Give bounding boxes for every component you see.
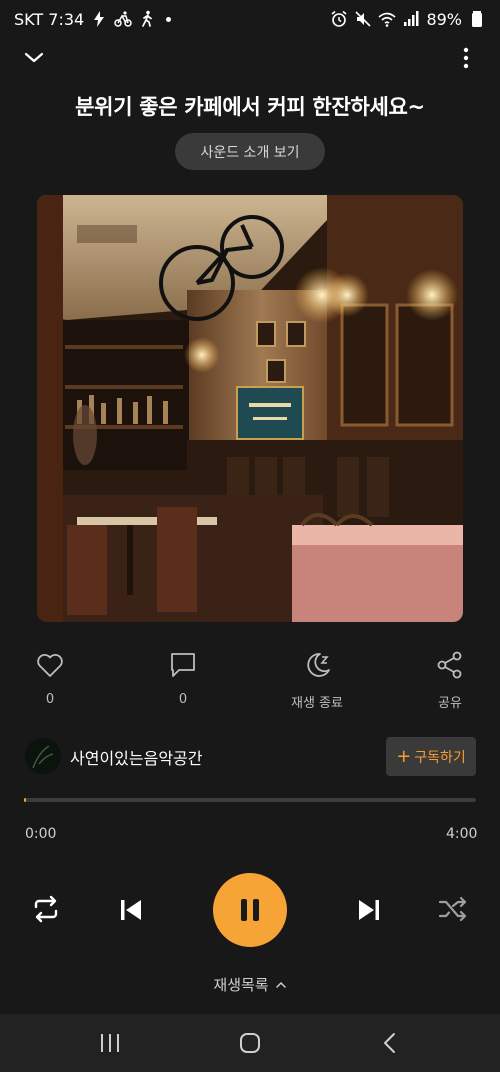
channel-name[interactable]: 사연이있는음악공간 (70, 745, 202, 769)
recent-apps-icon (101, 1034, 119, 1052)
system-nav-bar (0, 1014, 500, 1072)
carrier-time: SKT 7:34 (14, 9, 85, 29)
home-icon (240, 1033, 260, 1053)
progress-fill (24, 798, 27, 802)
skip-previous-icon (121, 900, 141, 920)
progress-slider[interactable] (24, 798, 476, 802)
duration-time: 4:00 (446, 826, 478, 842)
sleep-timer-label: 재생 종료 (291, 696, 343, 711)
battery-percent: 89% (426, 9, 462, 29)
elapsed-time: 0:00 (25, 826, 57, 842)
channel-avatar[interactable] (25, 738, 61, 774)
home-button[interactable] (238, 1032, 262, 1054)
mute-icon (354, 10, 372, 28)
previous-button[interactable] (117, 896, 145, 924)
comment-count: 0 (178, 692, 188, 707)
pause-icon (241, 899, 259, 921)
back-button[interactable] (378, 1032, 402, 1054)
subscribe-button[interactable]: + 구독하기 (386, 737, 476, 776)
next-button[interactable] (355, 896, 383, 924)
more-options-button[interactable] (456, 46, 476, 70)
alarm-icon (330, 10, 348, 28)
chevron-down-icon (24, 52, 44, 63)
wifi-icon (378, 10, 396, 28)
like-count: 0 (45, 692, 55, 707)
status-right: 89% (330, 10, 486, 29)
collapse-button[interactable] (22, 46, 46, 70)
sleep-icon (302, 650, 332, 680)
share-label: 공유 (438, 696, 462, 711)
repeat-button[interactable] (30, 893, 62, 925)
album-artwork (37, 195, 463, 622)
dot-icon (166, 16, 172, 22)
more-vertical-icon (463, 47, 469, 69)
sound-intro-button[interactable]: 사운드 소개 보기 (175, 133, 325, 170)
track-title: 분위기 좋은 카페에서 커피 한잔하세요~ (75, 95, 425, 119)
recent-apps-button[interactable] (98, 1032, 122, 1054)
repeat-icon (34, 895, 58, 923)
walk-icon (138, 10, 156, 28)
signal-icon (402, 10, 420, 28)
bike-icon (114, 10, 132, 28)
share-icon (435, 650, 465, 680)
playlist-button[interactable]: 재생목록 (0, 974, 500, 995)
shuffle-icon (438, 896, 467, 922)
comment-icon (168, 650, 198, 680)
status-bar: SKT 7:34 89% (0, 0, 500, 38)
status-left: SKT 7:34 (14, 9, 172, 29)
play-pause-button[interactable] (213, 873, 287, 947)
heart-icon (35, 650, 65, 680)
comment-button[interactable]: 0 (143, 650, 223, 707)
share-button[interactable]: 공유 (410, 650, 490, 711)
subscribe-label: 구독하기 (414, 749, 466, 766)
battery-icon (468, 10, 486, 28)
bolt-icon (90, 10, 108, 28)
chevron-up-icon (275, 979, 287, 991)
music-player-screen: SKT 7:34 89% 분위기 좋은 카페에서 커피 한잔하세요~ 사운드 소… (0, 0, 500, 1072)
playlist-label: 재생목록 (213, 976, 269, 994)
shuffle-button[interactable] (437, 893, 469, 925)
back-icon (384, 1033, 395, 1053)
sleep-timer-button[interactable]: 재생 종료 (277, 650, 357, 711)
cafe-interior-image (37, 195, 463, 622)
plus-icon: + (396, 745, 412, 767)
like-button[interactable]: 0 (10, 650, 90, 707)
skip-next-icon (359, 900, 379, 920)
